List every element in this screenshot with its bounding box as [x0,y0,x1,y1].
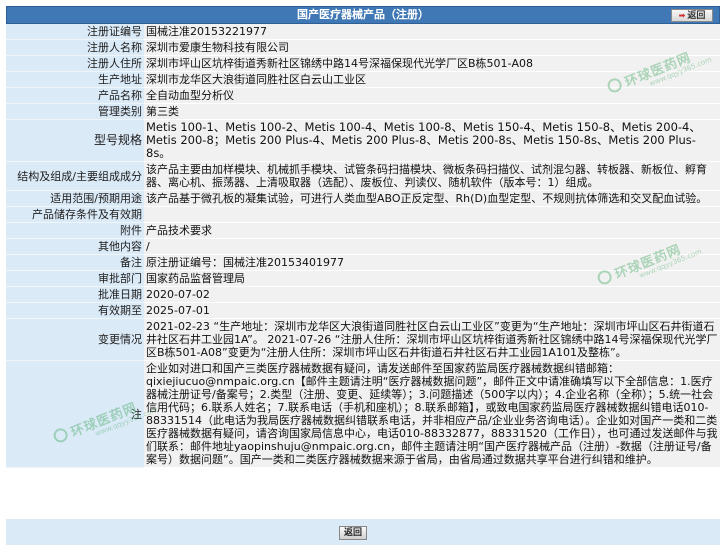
field-label-valid-until: 有效期至 [6,302,144,319]
back-button-top[interactable]: ➡ 返回 [671,9,713,22]
field-label-registrant: 注册人名称 [6,39,144,56]
back-button-bottom[interactable]: 返回 [339,526,367,540]
back-button-label: 返回 [687,11,706,21]
field-value-remark: 原注册证编号：国械注准20153401977 [144,254,720,271]
field-value-structure: 该产品主要由加样模块、机械抓手模块、试管条码扫描模块、微板条码扫描仪、试剂混匀器… [144,161,720,191]
field-label-product-name: 产品名称 [6,87,144,104]
table-row: 注册证编号 国械注准20153221977 [6,24,720,40]
field-label-other: 其他内容 [6,238,144,255]
table-row: 型号规格 Metis 100-1、Metis 100-2、Metis 100-4… [6,119,720,162]
detail-table: 注册证编号 国械注准20153221977 注册人名称 深圳市爱康生物科技有限公… [6,24,720,468]
field-value-registrant-address: 深圳市坪山区坑梓街道秀新社区锦绣中路14号深福保现代光学厂区B栋501-A08 [144,55,720,72]
table-row: 备注 原注册证编号：国械注准20153401977 [6,254,720,271]
table-row: 生产地址 深圳市龙华区大浪街道同胜社区白云山工业区 [6,71,720,88]
table-row: 变更情况 2021-02-23 “生产地址：深圳市龙华区大浪街道同胜社区白云山工… [6,318,720,361]
footer-bar: 返回 [6,519,720,545]
field-value-other: / [144,238,720,255]
product-detail-page: 国产医疗器械产品（注册） ➡ 返回 注册证编号 国械注准20153221977 注… [0,0,726,548]
field-value-product-name: 全自动血型分析仪 [144,87,720,104]
table-row: 其他内容 / [6,238,720,255]
field-label-approval-date: 批准日期 [6,286,144,303]
table-row: 审批部门 国家药品监督管理局 [6,270,720,287]
field-value-reg-no: 国械注准20153221977 [144,24,720,40]
field-label-category: 管理类别 [6,103,144,120]
field-value-changes: 2021-02-23 “生产地址：深圳市龙华区大浪街道同胜社区白云山工业区”变更… [144,318,720,361]
table-row: 批准日期 2020-07-02 [6,286,720,303]
field-value-registrant: 深圳市爱康生物科技有限公司 [144,39,720,56]
page-title: 国产医疗器械产品（注册） [297,8,429,21]
field-value-approval-date: 2020-07-02 [144,286,720,303]
field-label-intended-use: 适用范围/预期用途 [6,190,144,207]
field-value-storage [144,206,720,223]
field-value-category: 第三类 [144,103,720,120]
title-bar: 国产医疗器械产品（注册） ➡ 返回 [6,6,720,24]
table-row: 管理类别 第三类 [6,103,720,120]
field-label-approval-dept: 审批部门 [6,270,144,287]
field-label-structure: 结构及组成/主要组成成分 [6,161,144,191]
table-row: 附件 产品技术要求 [6,222,720,239]
field-label-storage: 产品储存条件及有效期 [6,206,144,223]
table-row: 适用范围/预期用途 该产品基于微孔板的凝集试验，可进行人类血型ABO正反定型、R… [6,190,720,207]
field-value-production-address: 深圳市龙华区大浪街道同胜社区白云山工业区 [144,71,720,88]
field-label-registrant-address: 注册人住所 [6,55,144,72]
table-row: 注册人住所 深圳市坪山区坑梓街道秀新社区锦绣中路14号深福保现代光学厂区B栋50… [6,55,720,72]
table-row: 产品名称 全自动血型分析仪 [6,87,720,104]
table-row: 有效期至 2025-07-01 [6,302,720,319]
field-value-approval-dept: 国家药品监督管理局 [144,270,720,287]
table-row: 结构及组成/主要组成成分 该产品主要由加样模块、机械抓手模块、试管条码扫描模块、… [6,161,720,191]
field-label-production-address: 生产地址 [6,71,144,88]
field-label-note: 注 [6,360,144,468]
field-label-changes: 变更情况 [6,318,144,361]
table-row: 注册人名称 深圳市爱康生物科技有限公司 [6,39,720,56]
field-value-attachment: 产品技术要求 [144,222,720,239]
table-row: 注 企业如对进口和国产三类医疗器械数据有疑问，请发送邮件至国家药监局医疗器械数据… [6,360,720,468]
field-value-note: 企业如对进口和国产三类医疗器械数据有疑问，请发送邮件至国家药监局医疗器械数据纠错… [144,360,720,468]
back-arrow-icon: ➡ [678,11,686,20]
field-label-attachment: 附件 [6,222,144,239]
field-value-model: Metis 100-1、Metis 100-2、Metis 100-4、Meti… [144,119,720,162]
field-label-remark: 备注 [6,254,144,271]
table-row: 产品储存条件及有效期 [6,206,720,223]
field-value-intended-use: 该产品基于微孔板的凝集试验，可进行人类血型ABO正反定型、Rh(D)血型定型、不… [144,190,720,207]
field-label-model: 型号规格 [6,119,144,162]
field-value-valid-until: 2025-07-01 [144,302,720,319]
field-label-reg-no: 注册证编号 [6,24,144,40]
